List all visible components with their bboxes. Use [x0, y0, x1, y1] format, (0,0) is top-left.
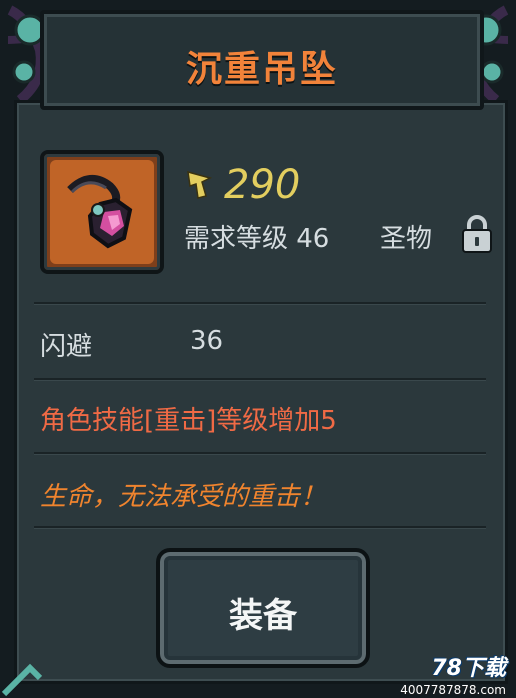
- divider: [34, 452, 486, 454]
- currency-icon: [187, 170, 213, 199]
- watermark-brand: 78下载: [431, 656, 506, 681]
- ornament-bottom-left: [1, 663, 43, 697]
- skill-effect-text: 角色技能[重击]等级增加5: [40, 406, 337, 436]
- stat-value-dodge: 36: [190, 326, 224, 356]
- pendant-icon: [50, 160, 154, 264]
- divider: [34, 302, 486, 304]
- divider: [34, 526, 486, 528]
- stat-name-dodge: 闪避: [40, 332, 93, 362]
- item-price: 290: [224, 162, 301, 208]
- equip-button[interactable]: 装备: [156, 548, 370, 668]
- title-banner: 沉重吊坠: [40, 10, 484, 110]
- divider: [34, 378, 486, 380]
- rarity-label: 圣物: [380, 224, 433, 254]
- flavor-text: 生命，无法承受的重击！: [40, 482, 327, 512]
- watermark-logo: 78下载 4007787878.com: [362, 654, 512, 698]
- item-icon-frame: [40, 150, 164, 274]
- lock-icon[interactable]: [460, 214, 494, 254]
- watermark-url: 4007787878.com: [400, 683, 506, 697]
- level-requirement: 需求等级 46: [184, 224, 330, 254]
- equip-button-label: 装备: [229, 596, 297, 636]
- item-title: 沉重吊坠: [185, 49, 338, 90]
